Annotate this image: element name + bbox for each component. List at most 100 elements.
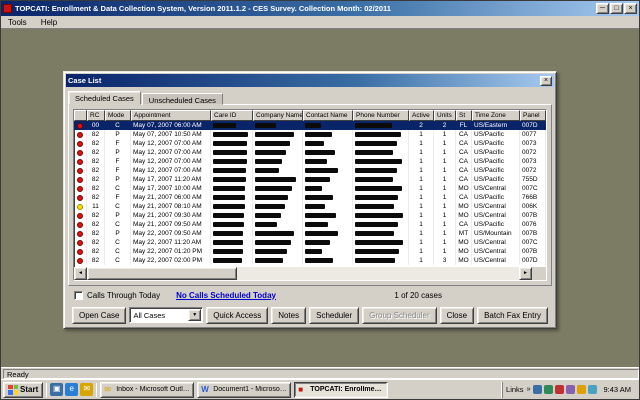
outlook-icon[interactable]: ✉ — [80, 383, 93, 396]
scroll-left-icon[interactable]: ◄ — [74, 267, 87, 280]
close-icon[interactable]: × — [624, 3, 637, 14]
column-header-status[interactable] — [74, 110, 87, 121]
scrollbar-corner — [532, 267, 546, 280]
cell-rc: 82 — [87, 247, 105, 256]
table-row[interactable]: 82CMay 22, 2007 01:20 PM11MOUS/Central00… — [74, 247, 546, 256]
minimize-icon[interactable]: ─ — [596, 3, 609, 14]
table-row[interactable]: 82FMay 12, 2007 07:00 AM11CAUS/Pacific00… — [74, 157, 546, 166]
column-header-st[interactable]: St — [456, 110, 472, 121]
cell-active: 1 — [409, 193, 434, 202]
status-dot-icon — [77, 213, 83, 219]
desktop-screen: TOPCATI: Enrollment & Data Collection Sy… — [0, 0, 640, 400]
notes-button[interactable]: Notes — [271, 307, 306, 324]
tray-icon[interactable] — [566, 385, 575, 394]
chevron-right-icon[interactable]: » — [527, 386, 531, 393]
batch-fax-entry-button[interactable]: Batch Fax Entry — [477, 307, 548, 324]
menu-help[interactable]: Help — [34, 17, 64, 28]
horizontal-scroll-thumb[interactable] — [87, 267, 237, 280]
table-row[interactable]: 00CMay 07, 2007 06:00 AM22FLUS/Eastern00… — [74, 121, 546, 130]
redacted-text — [355, 249, 399, 254]
cell-panel: 007D — [520, 256, 546, 265]
redacted-text — [355, 258, 395, 263]
column-header-appointment[interactable]: Appointment — [131, 110, 211, 121]
cell-contact-name — [303, 184, 353, 193]
scroll-right-icon[interactable]: ► — [519, 267, 532, 280]
cell-company-name — [253, 148, 303, 157]
tray-icon[interactable] — [533, 385, 542, 394]
task-button-topcati[interactable]: ■ TOPCATI: Enrollment... — [294, 382, 388, 398]
redacted-text — [355, 186, 402, 191]
redacted-text — [305, 213, 336, 218]
table-row[interactable]: 82FMay 21, 2007 06:00 AM11CAUS/Pacific76… — [74, 193, 546, 202]
redacted-text — [305, 141, 324, 146]
cell-mode: P — [105, 175, 131, 184]
redacted-text — [355, 132, 401, 137]
links-toolbar-label[interactable]: Links — [506, 385, 524, 394]
cell-contact-name — [303, 256, 353, 265]
cell-st: CA — [456, 139, 472, 148]
case-list-dialog: Case List × Scheduled Cases Unscheduled … — [63, 71, 557, 329]
cell-appointment: May 12, 2007 07:00 AM — [131, 148, 211, 157]
tray-icon[interactable] — [544, 385, 553, 394]
tab-unscheduled-cases[interactable]: Unscheduled Cases — [142, 93, 223, 105]
no-calls-scheduled-link[interactable]: No Calls Scheduled Today — [176, 291, 276, 300]
close-button[interactable]: Close — [440, 307, 474, 324]
start-button[interactable]: Start — [3, 382, 43, 398]
status-text: Ready — [3, 369, 639, 379]
column-header-care-id[interactable]: Care ID — [211, 110, 253, 121]
table-row[interactable]: 11CMay 21, 2007 08:10 AM11MOUS/Central00… — [74, 202, 546, 211]
redacted-text — [355, 123, 392, 128]
cell-units: 1 — [434, 148, 456, 157]
quick-access-button[interactable]: Quick Access — [206, 307, 268, 324]
column-header-panel[interactable]: Panel — [520, 110, 546, 121]
column-header-company-name[interactable]: Company Name — [253, 110, 303, 121]
table-row[interactable]: 82CMay 21, 2007 09:50 AM11CAUS/Pacific00… — [74, 220, 546, 229]
show-desktop-icon[interactable]: ▣ — [50, 383, 63, 396]
cell-mode: C — [105, 202, 131, 211]
internet-explorer-icon[interactable]: e — [65, 383, 78, 396]
scheduler-button[interactable]: Scheduler — [309, 307, 359, 324]
task-button-outlook[interactable]: ✉ Inbox - Microsoft Outlook — [100, 382, 194, 398]
cell-time-zone: US/Central — [472, 184, 520, 193]
cell-appointment: May 12, 2007 07:00 AM — [131, 139, 211, 148]
table-row[interactable]: 82FMay 12, 2007 07:00 AM11CAUS/Pacific00… — [74, 166, 546, 175]
cell-units: 2 — [434, 121, 456, 130]
horizontal-scrollbar[interactable]: ◄ ► — [74, 267, 532, 280]
column-header-contact-name[interactable]: Contact Name — [303, 110, 353, 121]
redacted-text — [213, 258, 242, 263]
tray-icon[interactable] — [588, 385, 597, 394]
cell-panel: 0077 — [520, 130, 546, 139]
column-header-phone-number[interactable]: Phone Number — [353, 110, 409, 121]
column-header-units[interactable]: Units — [434, 110, 456, 121]
dialog-close-icon[interactable]: × — [540, 76, 552, 86]
cell-company-name — [253, 130, 303, 139]
chevron-down-icon[interactable]: ▼ — [188, 309, 201, 321]
cell-company-name — [253, 157, 303, 166]
case-filter-dropdown[interactable]: All Cases ▼ — [129, 307, 203, 323]
menu-tools[interactable]: Tools — [1, 17, 34, 28]
column-header-time-zone[interactable]: Time Zone — [472, 110, 520, 121]
column-header-mode[interactable]: Mode — [105, 110, 131, 121]
column-header-rc[interactable]: RC — [87, 110, 105, 121]
tray-icon[interactable] — [577, 385, 586, 394]
table-row[interactable]: 82PMay 22, 2007 09:50 AM11MTUS/Mountain0… — [74, 229, 546, 238]
table-row[interactable]: 82PMay 07, 2007 10:50 AM11CAUS/Pacific00… — [74, 130, 546, 139]
table-row[interactable]: 82PMay 21, 2007 09:30 AM11MOUS/Central00… — [74, 211, 546, 220]
calls-through-today-checkbox[interactable] — [74, 291, 83, 300]
maximize-icon[interactable]: □ — [610, 3, 623, 14]
table-row[interactable]: 82PMay 17, 2007 11:20 AM11CAUS/Pacific75… — [74, 175, 546, 184]
tray-icon[interactable] — [555, 385, 564, 394]
table-row[interactable]: 82FMay 12, 2007 07:00 AM11CAUS/Pacific00… — [74, 139, 546, 148]
cell-care-id — [211, 148, 253, 157]
table-row[interactable]: 82CMay 22, 2007 02:00 PM13MOUS/Central00… — [74, 256, 546, 265]
table-row[interactable]: 82PMay 12, 2007 07:00 AM11CAUS/Pacific00… — [74, 148, 546, 157]
table-row[interactable]: 82CMay 17, 2007 10:00 AM11MOUS/Central00… — [74, 184, 546, 193]
open-case-button[interactable]: Open Case — [72, 307, 126, 324]
tab-scheduled-cases[interactable]: Scheduled Cases — [68, 91, 141, 105]
case-list-table: RC Mode Appointment Care ID Company Name… — [73, 109, 547, 281]
cell-rc: 82 — [87, 220, 105, 229]
table-row[interactable]: 82CMay 22, 2007 11:20 AM11MOUS/Central00… — [74, 238, 546, 247]
dialog-titlebar[interactable]: Case List × — [66, 74, 554, 87]
column-header-active[interactable]: Active — [409, 110, 434, 121]
task-button-word[interactable]: W Document1 - Microsoft W... — [197, 382, 291, 398]
